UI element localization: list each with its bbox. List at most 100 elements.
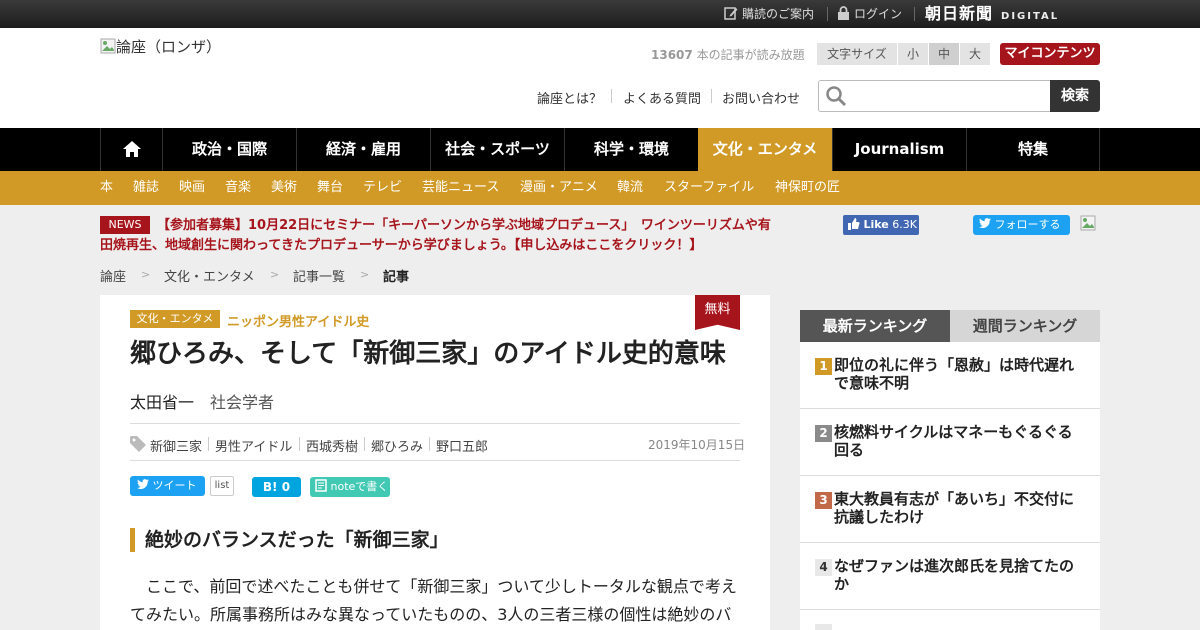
home-icon [122,141,141,157]
twitter-follow-button[interactable]: フォローする [973,215,1070,235]
ranking-item[interactable] [800,610,1100,630]
login-link[interactable]: ログイン [837,0,902,28]
note-share-button[interactable]: noteで書く [310,477,390,497]
ranking-item[interactable]: 2 核燃料サイクルはマネーもぐるぐる回る [800,409,1100,476]
font-size-small-button[interactable]: 小 [898,43,928,65]
tag-link[interactable]: 郷ひろみ [371,436,423,455]
breadcrumb-current: 記事 [383,270,410,285]
author-role: 社会学者 [210,393,275,412]
broken-image-icon [1080,215,1096,231]
nav-economy[interactable]: 経済・雇用 [296,128,430,171]
site-logo[interactable]: 論座（ロンザ） [100,36,222,56]
subnav-jimbocho[interactable]: 神保町の匠 [775,171,840,205]
my-content-button[interactable]: マイコンテンツ [1000,43,1100,65]
tab-latest-ranking[interactable]: 最新ランキング [800,310,950,342]
tweet-button[interactable]: ツイート [130,476,205,496]
news-line-2[interactable]: 田焼再生、地域創生に関わってきたプロデューサーから学びましょう。【申し込みはここ… [100,235,702,256]
hatena-bookmark-button[interactable]: B! 0 [252,477,301,497]
ranking-title: なぜファンは進次郎氏を見捨てたのか [834,557,1075,593]
broken-image-icon [100,38,116,54]
top-bar: 購読のご案内 ログイン 朝日新聞 DIGITAL [0,0,1200,28]
hatena-b-icon: B! [262,480,278,494]
ranking-item[interactable]: 3 東大教員有志が「あいち」不交付に抗議したわけ [800,476,1100,543]
tag-divider [429,437,430,451]
search-box [818,80,1051,112]
ranking-item[interactable]: 4 なぜファンは進次郎氏を見捨てたのか [800,543,1100,610]
nav-home[interactable] [100,128,162,171]
subnav-stage[interactable]: 舞台 [317,171,343,205]
subnav-music[interactable]: 音楽 [225,171,251,205]
tag-icon [130,436,146,452]
tag-divider [299,437,300,451]
subscribe-link[interactable]: 購読のご案内 [724,0,814,28]
author-name[interactable]: 太田省一 [130,389,194,413]
rank-number: 4 [815,559,832,576]
breadcrumb-home[interactable]: 論座 [100,266,126,285]
nav-politics[interactable]: 政治・国際 [162,128,296,171]
article-count-number: 13607 [651,48,693,62]
publish-date: 2019年10月15日 [648,438,746,452]
tab-weekly-ranking[interactable]: 週間ランキング [950,310,1100,342]
heading-accent-bar [130,528,135,552]
category-badge[interactable]: 文化・エンタメ [130,310,220,328]
brand-sub: DIGITAL [1001,11,1060,22]
tag-link[interactable]: 野口五郎 [436,436,488,455]
tag-link[interactable]: 西城秀樹 [306,436,358,455]
thumbs-up-icon [848,218,860,230]
series-link[interactable]: ニッポン男性アイドル史 [227,311,369,330]
font-size-large-button[interactable]: 大 [960,43,990,65]
rank-number: 1 [815,358,832,375]
breadcrumb-separator: > [141,268,151,281]
section-heading: 絶妙のバランスだった「新御三家」 [145,529,449,551]
subnav-tv[interactable]: テレビ [363,171,402,205]
sub-nav: 本 雑誌 映画 音楽 美術 舞台 テレビ 芸能ニュース 漫画・アニメ 韓流 スタ… [0,171,1200,205]
subnav-books[interactable]: 本 [100,171,113,205]
subnav-magazines[interactable]: 雑誌 [133,171,159,205]
rank-number [815,624,832,630]
article-count: 13607 本の記事が読み放題 [651,46,805,63]
article-body-line: ここで、前回で述べたことも併せて「新御三家」ついて少しトータルな観点で考え [130,577,737,596]
font-size-medium-button[interactable]: 中 [929,43,959,65]
nav-culture[interactable]: 文化・エンタメ [698,128,832,171]
logo-alt-text: 論座（ロンザ） [116,38,222,56]
article-title: 郷ひろみ、そして「新御三家」のアイドル史的意味 [130,339,726,369]
ranking-item[interactable]: 1 即位の礼に伴う「恩赦」は時代遅れで意味不明 [800,342,1100,409]
twitter-bird-icon [979,218,991,229]
twitter-list-button[interactable]: list [210,476,234,496]
breadcrumb-article-list[interactable]: 記事一覧 [293,266,345,285]
news-line-1[interactable]: 【参加者募集】10月22日にセミナー「キーパーソンから学ぶ地域プロデュース」 ワ… [157,215,771,236]
ranking-title: 東大教員有志が「あいち」不交付に抗議したわけ [834,490,1075,526]
nav-science[interactable]: 科学・環境 [564,128,698,171]
nav-special[interactable]: 特集 [966,128,1100,171]
subnav-art[interactable]: 美術 [271,171,297,205]
subnav-entertainment-news[interactable]: 芸能ニュース [422,171,499,205]
search-input[interactable] [853,85,1043,107]
tag-link[interactable]: 新御三家 [150,436,202,455]
font-size-label: 文字サイズ [817,43,897,65]
breadcrumb-culture[interactable]: 文化・エンタメ [164,266,255,285]
divider [130,423,740,424]
lock-icon [838,6,849,20]
note-icon [315,479,327,492]
main-nav: 政治・国際 経済・雇用 社会・スポーツ 科学・環境 文化・エンタメ Journa… [0,128,1200,171]
contact-link[interactable]: お問い合わせ [722,88,800,107]
nav-journalism[interactable]: Journalism [832,128,966,171]
search-icon [826,86,847,107]
tag-link[interactable]: 男性アイドル [215,436,292,455]
about-link[interactable]: 論座とは？ [537,88,602,107]
breadcrumb-separator: > [270,268,280,281]
subnav-manga-anime[interactable]: 漫画・アニメ [520,171,598,205]
nav-society[interactable]: 社会・スポーツ [430,128,564,171]
brand-logo[interactable]: 朝日新聞 DIGITAL [925,0,1059,28]
free-badge: 無料 [695,295,740,330]
rank-number: 3 [815,492,832,509]
facebook-like-button[interactable]: Like 6.3K [843,215,919,235]
article-body-line: てみたい。所属事務所はみな異なっていたものの、3人の三者三様の個性は絶妙のバ [130,605,732,624]
subnav-star-file[interactable]: スターファイル [664,171,754,205]
subnav-korean-wave[interactable]: 韓流 [617,171,643,205]
faq-link[interactable]: よくある質問 [623,88,701,107]
search-button[interactable]: 検索 [1050,80,1100,112]
subnav-movies[interactable]: 映画 [179,171,205,205]
twitter-bird-icon [137,479,149,490]
like-label: Like [863,218,889,231]
